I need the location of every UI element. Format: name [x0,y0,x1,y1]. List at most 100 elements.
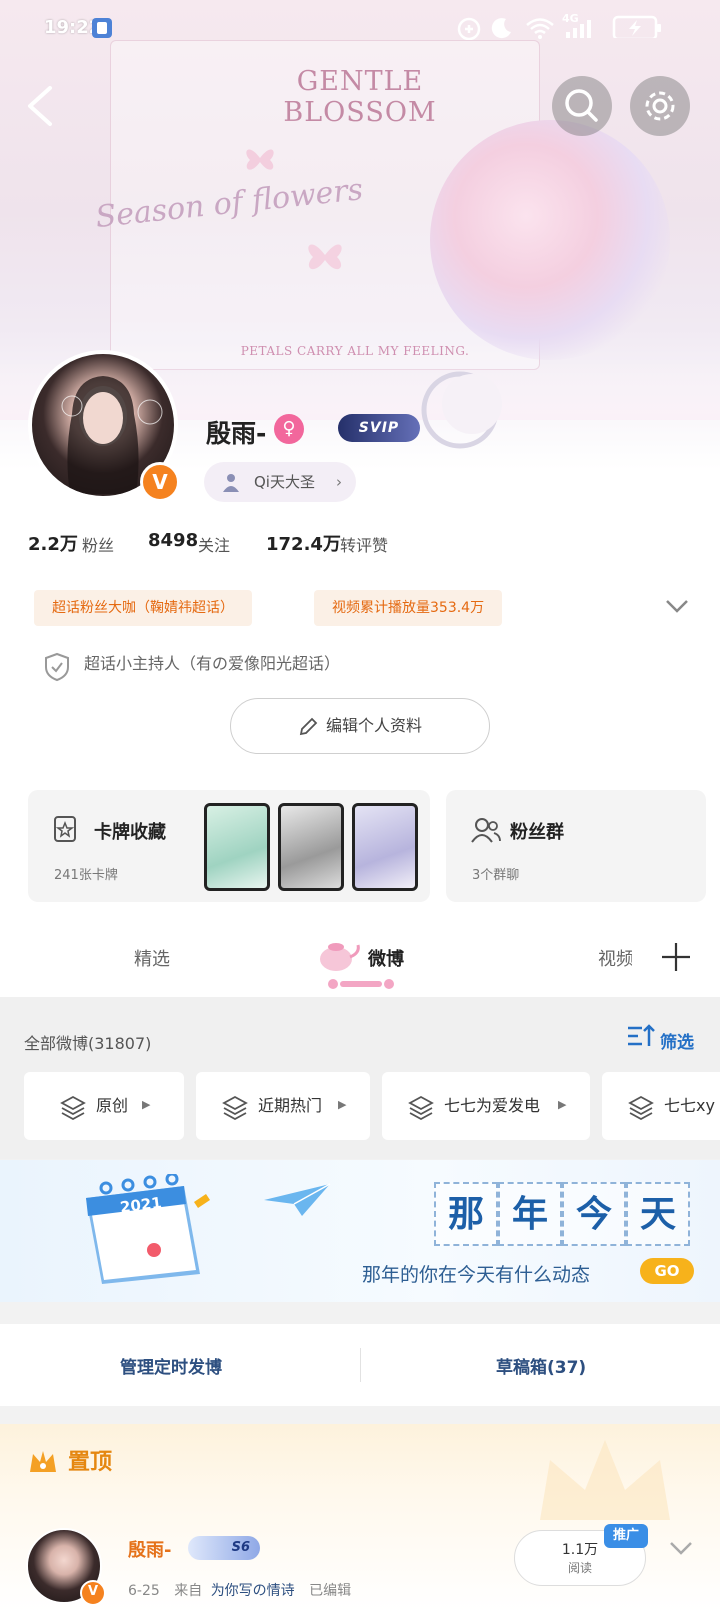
person-icon [223,474,239,492]
crown-icon [30,1451,56,1472]
battery-charging-icon [612,15,661,38]
drafts-button[interactable]: 草稿箱(37) [496,1353,586,1378]
butterfly-icon [246,149,274,170]
tab-video[interactable]: 视频 [598,945,632,971]
caret-right-icon: ▶ [142,1098,151,1111]
butterfly-icon [308,244,342,270]
chevron-right-icon: › [336,473,342,491]
promo-char-1: 那 [434,1182,498,1246]
status-bar: 19:22 4G [0,0,720,56]
all-weibo-count[interactable]: 全部微博(31807) [24,1030,151,1054]
search-icon [565,89,598,122]
read-count-label: 阅读 [567,1561,592,1575]
title-pill-label: Qi天大圣 [254,473,315,491]
stat-fans-value[interactable]: 2.2万 [28,530,78,556]
collected-card-2[interactable] [278,803,344,891]
pencil-icon [299,717,318,735]
card-collection-sub: 241张卡牌 [54,868,118,883]
plus-icon[interactable] [660,941,692,973]
tab-indicator-icon [328,979,394,989]
stat-following-label: 关注 [198,536,231,555]
filter-button[interactable]: 筛选 [660,1028,694,1053]
back-arrow-icon[interactable] [22,84,58,128]
card-collection-icon [54,816,76,842]
tab-weibo[interactable]: 微博 [368,945,404,971]
stat-likes-value[interactable]: 172.4万 [266,530,341,556]
chip-label: 七七xy [664,1096,715,1115]
post-source-prefix: 来自 [174,1583,203,1599]
banner-title: GENTLE BLOSSOM [283,66,437,128]
tag-chaohua-fan[interactable]: 超话粉丝大咖（鞠婧祎超话） [34,590,252,626]
moon-icon [491,18,511,39]
divider [360,1348,361,1382]
layers-icon [60,1095,86,1120]
pinned-label: 置顶 [68,1450,113,1475]
card-fans-group-sub: 3个群聊 [472,868,520,883]
chevron-down-icon[interactable] [664,598,690,614]
promo-char-2: 年 [498,1182,562,1246]
post-edited: 已编辑 [309,1583,352,1599]
caret-right-icon: ▶ [338,1098,347,1111]
verified-badge-icon: V [140,462,180,502]
chip-original[interactable]: 原创 ▶ [24,1072,184,1140]
profile-name: 殷雨- [206,419,267,448]
settings-button[interactable] [630,76,690,136]
verified-badge-icon: V [80,1580,106,1606]
promo-char-4: 天 [626,1182,690,1246]
profile-page: GENTLE BLOSSOM Season of flowers PETALS … [0,0,720,1612]
tag-video-plays[interactable]: 视频累计播放量353.4万 [314,590,503,626]
post-date: 6-25 [128,1583,160,1599]
go-button[interactable]: GO [640,1258,694,1284]
caret-right-icon: ▶ [558,1098,567,1111]
sort-filter-icon[interactable] [626,1022,656,1050]
scheduled-posts-button[interactable]: 管理定时发博 [120,1353,222,1378]
calendar-icon [86,1174,210,1284]
teapot-decoration-icon [320,943,360,971]
chip-qiqi-power[interactable]: 七七为爱发电 ▶ [382,1072,590,1140]
card-collection-title: 卡牌收藏 [94,822,166,843]
promo-char-3: 今 [562,1182,626,1246]
collected-card-3[interactable] [352,803,418,891]
layers-icon [408,1095,434,1120]
banner-subtitle: PETALS CARRY ALL MY FEELING. [240,344,470,358]
post-author-name[interactable]: 殷雨- [128,1536,171,1562]
data-saver-icon [457,17,481,40]
promote-badge[interactable]: 推广 [604,1524,648,1548]
chip-label: 原创 [96,1096,129,1115]
svip-badge[interactable]: SVIP [338,414,420,442]
collected-card-1[interactable] [204,803,270,891]
chip-recent-hot[interactable]: 近期热门 ▶ [196,1072,370,1140]
post-meta: 6-25 来自 为你写の情诗 已编辑 [128,1580,351,1600]
layers-icon [628,1095,654,1120]
crown-watermark-icon [540,1440,670,1520]
chip-label: 近期热门 [258,1096,323,1115]
edit-profile-button[interactable]: 编辑个人资料 [230,698,490,754]
post-source-link[interactable]: 为你写の情诗 [211,1583,295,1599]
manage-row: 管理定时发博 草稿箱(37) [0,1324,720,1406]
chip-qiqi-xy[interactable]: 七七xy [602,1072,720,1140]
shield-icon [45,652,69,682]
card-fans-group[interactable]: 粉丝群 3个群聊 [446,790,706,902]
female-icon: ♀ [274,414,304,444]
stat-likes-label: 转评赞 [340,536,389,555]
level-badge[interactable]: S6 [188,1536,260,1560]
card-fans-group-title: 粉丝群 [510,822,564,843]
signal-icon [566,20,591,38]
layers-icon [222,1095,248,1120]
paper-plane-icon [264,1183,331,1216]
stat-fans-label: 粉丝 [82,536,115,555]
host-text[interactable]: 超话小主持人（有の爱像阳光超话） [84,650,340,674]
gear-icon [645,91,675,121]
wifi-icon [526,18,554,39]
edit-profile-label: 编辑个人资料 [325,716,422,735]
title-pill[interactable]: Qi天大圣 › [204,462,356,502]
tab-bar: 精选 微博 视频 [0,915,720,997]
app-notification-icon [92,18,112,38]
chip-label: 七七为爱发电 [444,1096,541,1115]
promo-subtitle: 那年的你在今天有什么动态 [362,1264,591,1286]
stat-following-value[interactable]: 8498 [148,530,198,551]
tab-featured[interactable]: 精选 [134,945,170,971]
search-button[interactable] [552,76,612,136]
group-icon [471,818,501,843]
chevron-down-icon[interactable] [668,1540,694,1556]
